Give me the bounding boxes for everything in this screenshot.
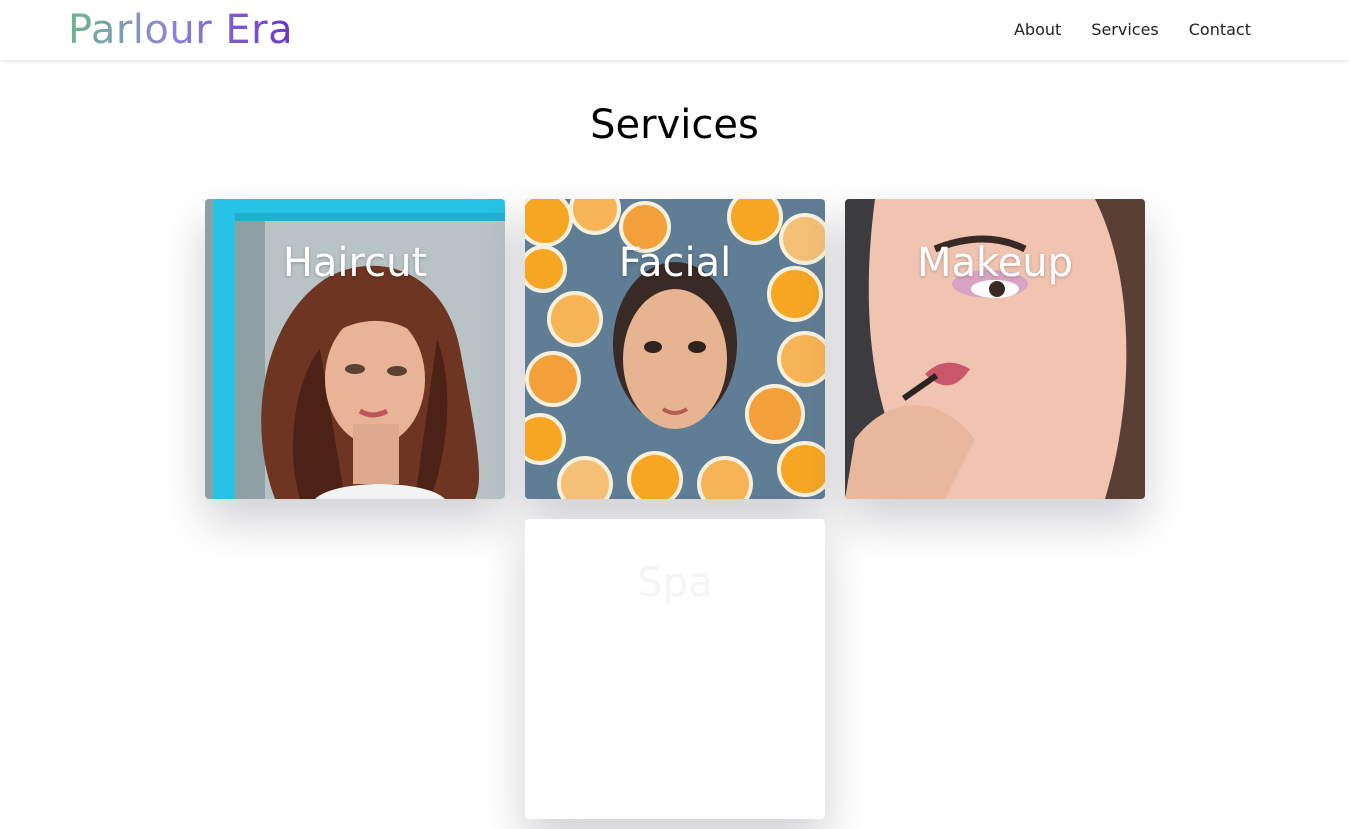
navbar: Parlour Era About Services Contact xyxy=(0,0,1349,60)
service-card-spa[interactable]: Spa xyxy=(525,519,825,819)
nav-menu: About Services Contact xyxy=(1014,18,1251,42)
card-label-spa: Spa xyxy=(637,560,713,606)
service-card-makeup[interactable]: Makeup xyxy=(845,199,1145,499)
card-label-makeup: Makeup xyxy=(916,240,1074,286)
page-title: Services xyxy=(590,102,759,148)
site-logo[interactable]: Parlour Era xyxy=(68,6,293,54)
nav-link-contact[interactable]: Contact xyxy=(1189,18,1251,42)
service-card-facial[interactable]: Facial xyxy=(525,199,825,499)
nav-link-about[interactable]: About xyxy=(1014,18,1061,42)
service-card-haircut[interactable]: Haircut xyxy=(205,199,505,499)
card-label-haircut: Haircut xyxy=(282,240,428,286)
nav-link-services[interactable]: Services xyxy=(1091,18,1158,42)
card-label-facial: Facial xyxy=(618,240,732,286)
